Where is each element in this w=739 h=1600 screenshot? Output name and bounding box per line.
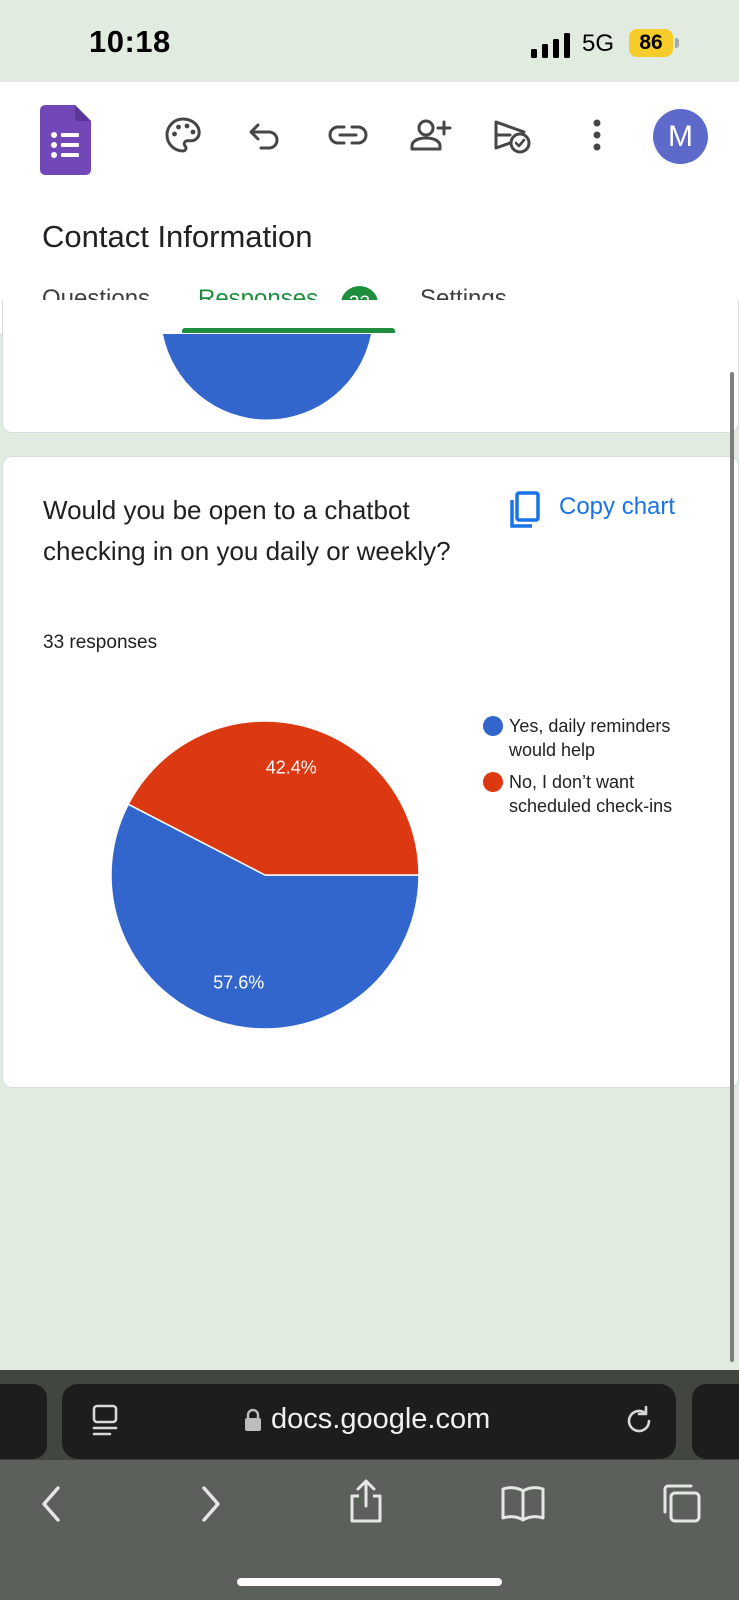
copy-chart-icon[interactable]	[508, 490, 542, 530]
battery-nub	[675, 38, 679, 48]
publish-icon[interactable]	[490, 112, 536, 158]
form-title[interactable]: Contact Information	[42, 219, 313, 255]
share-icon[interactable]	[346, 1478, 386, 1524]
url-text[interactable]: docs.google.com	[271, 1403, 490, 1436]
previous-pie-slice	[163, 334, 371, 420]
legend-swatch-no	[483, 772, 503, 792]
network-type: 5G	[582, 30, 615, 57]
legend-label-no: No, I don’t want scheduled check-ins	[509, 772, 673, 816]
next-tab-stub[interactable]	[692, 1384, 739, 1459]
forward-icon[interactable]	[196, 1484, 226, 1524]
bookmarks-icon[interactable]	[500, 1484, 546, 1522]
question-title: Would you be open to a chatbot checking …	[43, 495, 451, 566]
legend-swatch-yes	[483, 716, 503, 736]
undo-icon[interactable]	[243, 112, 289, 158]
lock-icon	[245, 1408, 261, 1431]
reload-icon[interactable]	[622, 1404, 656, 1438]
link-icon[interactable]	[325, 112, 371, 158]
active-tab-indicator	[182, 328, 395, 333]
response-count: 33 responses	[43, 632, 158, 653]
battery-icon: 86	[629, 29, 673, 57]
tabs-overview-icon[interactable]	[660, 1482, 702, 1524]
account-avatar[interactable]: M	[653, 109, 708, 164]
palette-icon[interactable]	[160, 112, 206, 158]
previous-pie-chart	[163, 334, 371, 420]
add-collaborator-icon[interactable]	[408, 112, 454, 158]
home-indicator[interactable]	[237, 1578, 502, 1586]
forms-logo-icon[interactable]	[40, 105, 91, 175]
pie-label-0: 57.6%	[213, 973, 264, 993]
signal-icon	[531, 32, 573, 58]
previous-question-card	[2, 300, 739, 433]
previous-tab-stub[interactable]	[0, 1384, 47, 1459]
page-scrollbar[interactable]	[730, 372, 734, 1362]
more-vert-icon[interactable]	[574, 112, 620, 158]
reader-mode-icon[interactable]	[90, 1404, 120, 1438]
pie-chart: 57.6% 42.4%	[110, 720, 420, 1030]
status-time: 10:18	[89, 24, 171, 59]
copy-chart-button[interactable]: Copy chart	[559, 493, 675, 521]
back-icon[interactable]	[36, 1484, 66, 1524]
pie-label-1: 42.4%	[266, 757, 317, 777]
legend-label-yes: Yes, daily reminders would help	[509, 716, 671, 760]
